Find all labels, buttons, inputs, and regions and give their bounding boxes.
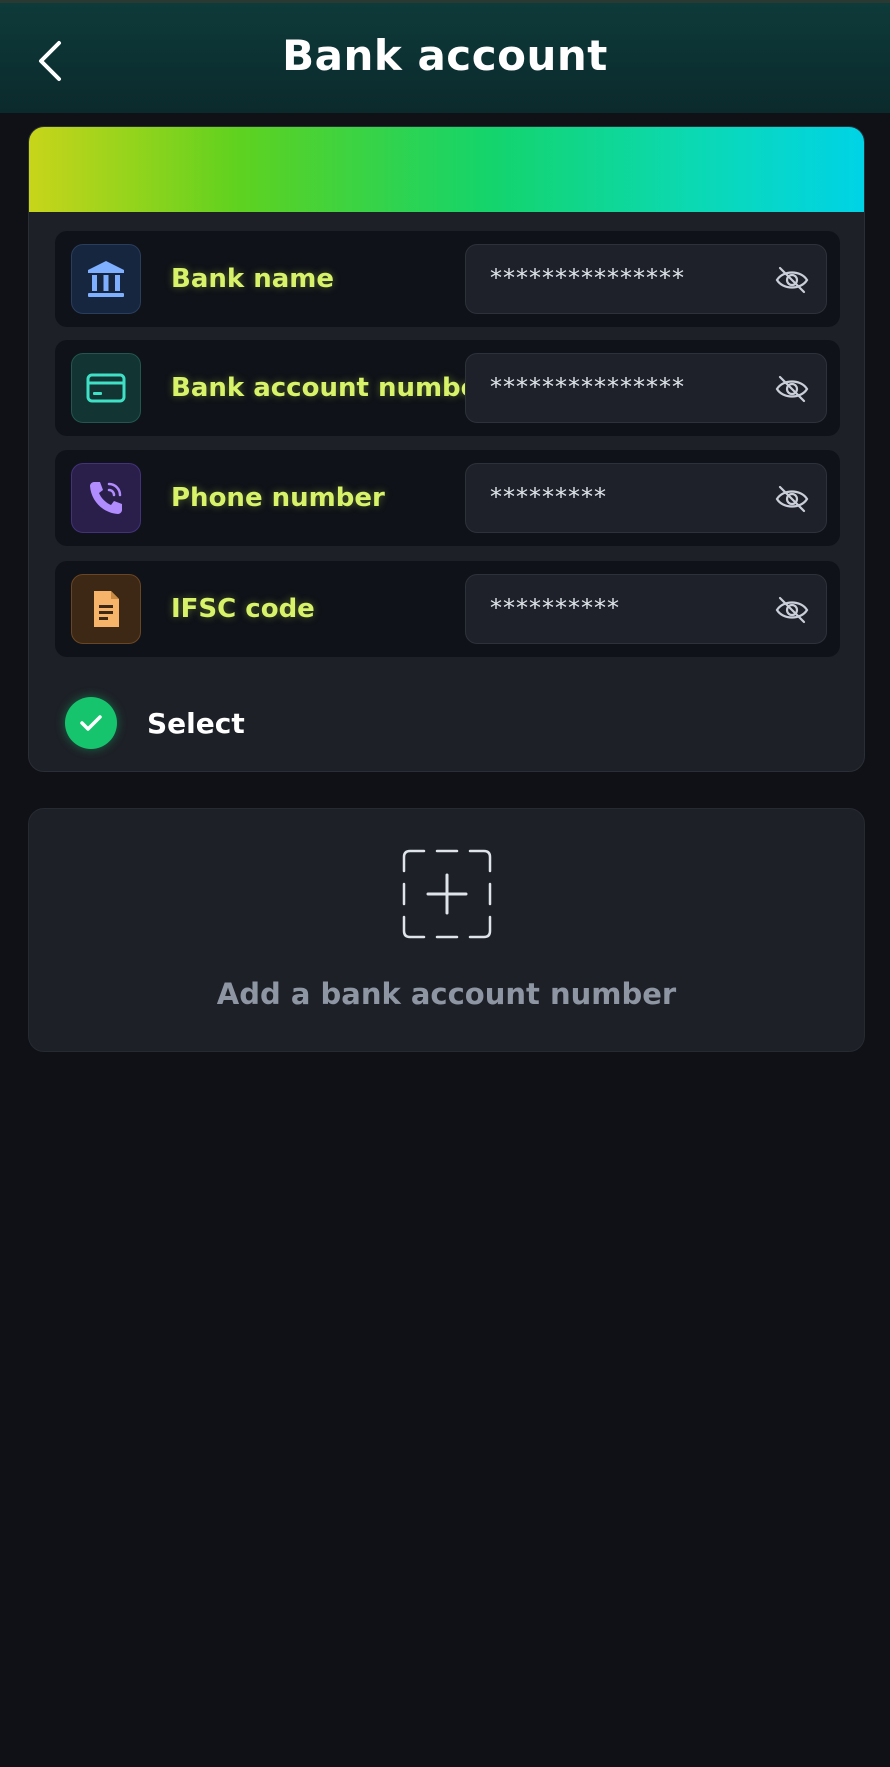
row-label: Bank name [171,264,334,294]
row-label: Bank account number [171,373,492,403]
top-bar: Bank account [0,0,890,113]
checkmark-icon [65,697,117,749]
add-bank-account-button[interactable]: Add a bank account number [28,808,865,1052]
eye-off-icon [775,485,809,513]
add-bank-account-label: Add a bank account number [216,977,677,1011]
phone-icon [71,463,141,533]
masked-value: *************** [490,373,685,401]
masked-value: ********* [490,483,607,511]
page-title: Bank account [282,31,608,80]
toggle-visibility-button[interactable] [774,481,810,517]
eye-off-icon [775,375,809,403]
credit-card-icon [71,353,141,423]
bank-account-number-row: Bank account number *************** [55,340,840,436]
select-label: Select [147,706,245,740]
bank-account-card: Bank name *************** Bank account n… [28,126,865,772]
document-icon [71,574,141,644]
add-icon [402,849,492,939]
ifsc-code-row: IFSC code ********** [55,561,840,657]
phone-number-field[interactable]: ********* [465,463,827,533]
toggle-visibility-button[interactable] [774,262,810,298]
card-banner [29,127,864,212]
bank-icon [71,244,141,314]
row-label: IFSC code [171,594,315,624]
toggle-visibility-button[interactable] [774,592,810,628]
masked-value: *************** [490,264,685,292]
bank-name-field[interactable]: *************** [465,244,827,314]
ifsc-code-field[interactable]: ********** [465,574,827,644]
toggle-visibility-button[interactable] [774,371,810,407]
row-label: Phone number [171,483,385,513]
bank-name-row: Bank name *************** [55,231,840,327]
masked-value: ********** [490,594,620,622]
eye-off-icon [775,596,809,624]
phone-number-row: Phone number ********* [55,450,840,546]
select-account-toggle[interactable]: Select [65,695,245,751]
eye-off-icon [775,266,809,294]
bank-account-number-field[interactable]: *************** [465,353,827,423]
